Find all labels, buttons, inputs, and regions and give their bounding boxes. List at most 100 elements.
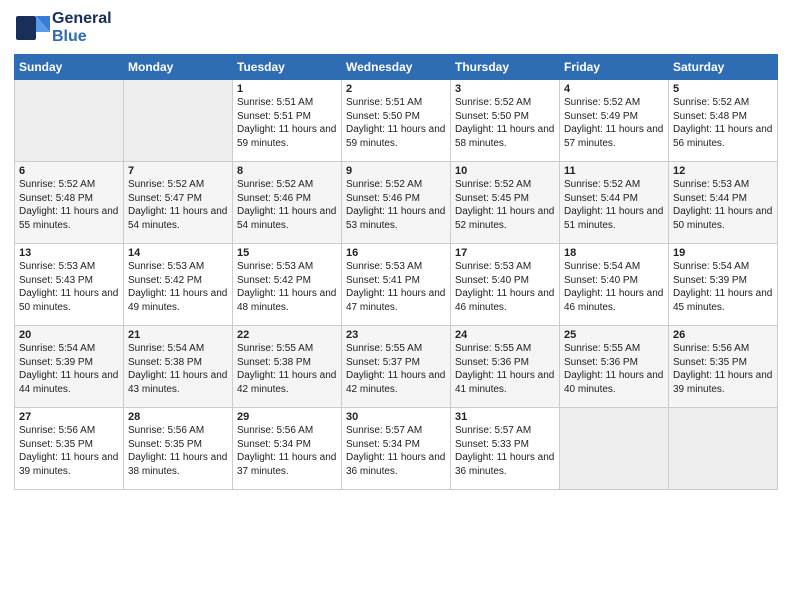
- calendar-cell: 10Sunrise: 5:52 AMSunset: 5:45 PMDayligh…: [451, 162, 560, 244]
- calendar-week-row: 1 Sunrise: 5:51 AMSunset: 5:51 PMDaylight…: [15, 80, 778, 162]
- cell-sunrise: Sunrise: 5:56 AMSunset: 5:35 PMDaylight:…: [128, 425, 227, 477]
- cell-sunrise: Sunrise: 5:52 AMSunset: 5:46 PMDaylight:…: [346, 179, 445, 231]
- calendar-cell: 23 Sunrise: 5:55 AMSunset: 5:37 PMDayligh…: [342, 326, 451, 408]
- weekday-header: Sunday: [15, 55, 124, 80]
- calendar-cell: 9 Sunrise: 5:52 AMSunset: 5:46 PMDaylight…: [342, 162, 451, 244]
- cell-sunrise: Sunrise: 5:55 AMSunset: 5:36 PMDaylight:…: [564, 343, 663, 395]
- day-number: 31: [455, 411, 555, 423]
- cell-sunrise: Sunrise: 5:51 AMSunset: 5:50 PMDaylight:…: [346, 97, 445, 149]
- cell-sunrise: Sunrise: 5:52 AMSunset: 5:47 PMDaylight:…: [128, 179, 227, 231]
- calendar-cell: 13 Sunrise: 5:53 AMSunset: 5:43 PMDayligh…: [15, 244, 124, 326]
- cell-sunrise: Sunrise: 5:53 AMSunset: 5:40 PMDaylight:…: [455, 261, 554, 313]
- logo: General Blue: [14, 10, 112, 46]
- day-number: 19: [673, 247, 773, 259]
- calendar-cell: 28 Sunrise: 5:56 AMSunset: 5:35 PMDayligh…: [124, 408, 233, 490]
- weekday-header: Wednesday: [342, 55, 451, 80]
- day-number: 28: [128, 411, 228, 423]
- cell-sunrise: Sunrise: 5:54 AMSunset: 5:39 PMDaylight:…: [19, 343, 118, 395]
- calendar-cell: 27 Sunrise: 5:56 AMSunset: 5:35 PMDayligh…: [15, 408, 124, 490]
- logo-general: General: [52, 10, 112, 27]
- cell-sunrise: Sunrise: 5:53 AMSunset: 5:42 PMDaylight:…: [237, 261, 336, 313]
- cell-sunrise: Sunrise: 5:57 AMSunset: 5:34 PMDaylight:…: [346, 425, 445, 477]
- day-number: 25: [564, 329, 664, 341]
- day-number: 11: [564, 165, 664, 177]
- page-container: General Blue SundayMondayTuesdayWednesda…: [0, 0, 792, 496]
- weekday-header: Thursday: [451, 55, 560, 80]
- calendar-cell: 21Sunrise: 5:54 AMSunset: 5:38 PMDayligh…: [124, 326, 233, 408]
- calendar-cell: 25 Sunrise: 5:55 AMSunset: 5:36 PMDayligh…: [560, 326, 669, 408]
- day-number: 20: [19, 329, 119, 341]
- page-header: General Blue: [14, 10, 778, 46]
- day-number: 27: [19, 411, 119, 423]
- day-number: 23: [346, 329, 446, 341]
- day-number: 5: [673, 83, 773, 95]
- calendar-cell: 15Sunrise: 5:53 AMSunset: 5:42 PMDayligh…: [233, 244, 342, 326]
- cell-sunrise: Sunrise: 5:57 AMSunset: 5:33 PMDaylight:…: [455, 425, 554, 477]
- cell-sunrise: Sunrise: 5:52 AMSunset: 5:48 PMDaylight:…: [673, 97, 772, 149]
- calendar-cell: 4Sunrise: 5:52 AMSunset: 5:49 PMDaylight…: [560, 80, 669, 162]
- calendar-cell: [669, 408, 778, 490]
- calendar-week-row: 27 Sunrise: 5:56 AMSunset: 5:35 PMDayligh…: [15, 408, 778, 490]
- calendar-cell: 29 Sunrise: 5:56 AMSunset: 5:34 PMDayligh…: [233, 408, 342, 490]
- cell-sunrise: Sunrise: 5:53 AMSunset: 5:41 PMDaylight:…: [346, 261, 445, 313]
- calendar-cell: 31 Sunrise: 5:57 AMSunset: 5:33 PMDayligh…: [451, 408, 560, 490]
- day-number: 16: [346, 247, 446, 259]
- cell-sunrise: Sunrise: 5:53 AMSunset: 5:43 PMDaylight:…: [19, 261, 118, 313]
- calendar-week-row: 6Sunrise: 5:52 AMSunset: 5:48 PMDaylight…: [15, 162, 778, 244]
- day-number: 7: [128, 165, 228, 177]
- day-number: 29: [237, 411, 337, 423]
- cell-sunrise: Sunrise: 5:52 AMSunset: 5:49 PMDaylight:…: [564, 97, 663, 149]
- day-number: 9: [346, 165, 446, 177]
- cell-sunrise: Sunrise: 5:56 AMSunset: 5:35 PMDaylight:…: [19, 425, 118, 477]
- calendar-cell: 22Sunrise: 5:55 AMSunset: 5:38 PMDayligh…: [233, 326, 342, 408]
- calendar-cell: 6Sunrise: 5:52 AMSunset: 5:48 PMDaylight…: [15, 162, 124, 244]
- calendar-cell: 18Sunrise: 5:54 AMSunset: 5:40 PMDayligh…: [560, 244, 669, 326]
- weekday-header: Monday: [124, 55, 233, 80]
- day-number: 22: [237, 329, 337, 341]
- calendar-cell: 17Sunrise: 5:53 AMSunset: 5:40 PMDayligh…: [451, 244, 560, 326]
- weekday-header: Saturday: [669, 55, 778, 80]
- cell-sunrise: Sunrise: 5:53 AMSunset: 5:44 PMDaylight:…: [673, 179, 772, 231]
- day-number: 12: [673, 165, 773, 177]
- calendar-cell: 5 Sunrise: 5:52 AMSunset: 5:48 PMDaylight…: [669, 80, 778, 162]
- cell-sunrise: Sunrise: 5:56 AMSunset: 5:34 PMDaylight:…: [237, 425, 336, 477]
- day-number: 10: [455, 165, 555, 177]
- day-number: 2: [346, 83, 446, 95]
- cell-sunrise: Sunrise: 5:53 AMSunset: 5:42 PMDaylight:…: [128, 261, 227, 313]
- cell-sunrise: Sunrise: 5:52 AMSunset: 5:46 PMDaylight:…: [237, 179, 336, 231]
- cell-sunrise: Sunrise: 5:55 AMSunset: 5:37 PMDaylight:…: [346, 343, 445, 395]
- calendar-cell: 20 Sunrise: 5:54 AMSunset: 5:39 PMDayligh…: [15, 326, 124, 408]
- day-number: 26: [673, 329, 773, 341]
- calendar-cell: [560, 408, 669, 490]
- day-number: 24: [455, 329, 555, 341]
- calendar-week-row: 20 Sunrise: 5:54 AMSunset: 5:39 PMDayligh…: [15, 326, 778, 408]
- day-number: 13: [19, 247, 119, 259]
- calendar-cell: 1 Sunrise: 5:51 AMSunset: 5:51 PMDaylight…: [233, 80, 342, 162]
- calendar-cell: 16 Sunrise: 5:53 AMSunset: 5:41 PMDayligh…: [342, 244, 451, 326]
- calendar-cell: 3 Sunrise: 5:52 AMSunset: 5:50 PMDaylight…: [451, 80, 560, 162]
- cell-sunrise: Sunrise: 5:56 AMSunset: 5:35 PMDaylight:…: [673, 343, 772, 395]
- calendar-table: SundayMondayTuesdayWednesdayThursdayFrid…: [14, 54, 778, 490]
- day-number: 1: [237, 83, 337, 95]
- calendar-cell: 14 Sunrise: 5:53 AMSunset: 5:42 PMDayligh…: [124, 244, 233, 326]
- cell-sunrise: Sunrise: 5:52 AMSunset: 5:50 PMDaylight:…: [455, 97, 554, 149]
- cell-sunrise: Sunrise: 5:52 AMSunset: 5:44 PMDaylight:…: [564, 179, 663, 231]
- cell-sunrise: Sunrise: 5:54 AMSunset: 5:39 PMDaylight:…: [673, 261, 772, 313]
- logo-blue: Blue: [52, 28, 87, 45]
- calendar-cell: 2 Sunrise: 5:51 AMSunset: 5:50 PMDaylight…: [342, 80, 451, 162]
- cell-sunrise: Sunrise: 5:51 AMSunset: 5:51 PMDaylight:…: [237, 97, 336, 149]
- logo-icon: [14, 10, 50, 46]
- weekday-header-row: SundayMondayTuesdayWednesdayThursdayFrid…: [15, 55, 778, 80]
- calendar-week-row: 13 Sunrise: 5:53 AMSunset: 5:43 PMDayligh…: [15, 244, 778, 326]
- cell-sunrise: Sunrise: 5:55 AMSunset: 5:36 PMDaylight:…: [455, 343, 554, 395]
- calendar-cell: 26 Sunrise: 5:56 AMSunset: 5:35 PMDayligh…: [669, 326, 778, 408]
- calendar-cell: 19 Sunrise: 5:54 AMSunset: 5:39 PMDayligh…: [669, 244, 778, 326]
- calendar-cell: [124, 80, 233, 162]
- day-number: 3: [455, 83, 555, 95]
- day-number: 6: [19, 165, 119, 177]
- calendar-cell: 11 Sunrise: 5:52 AMSunset: 5:44 PMDayligh…: [560, 162, 669, 244]
- day-number: 14: [128, 247, 228, 259]
- weekday-header: Friday: [560, 55, 669, 80]
- calendar-cell: [15, 80, 124, 162]
- day-number: 30: [346, 411, 446, 423]
